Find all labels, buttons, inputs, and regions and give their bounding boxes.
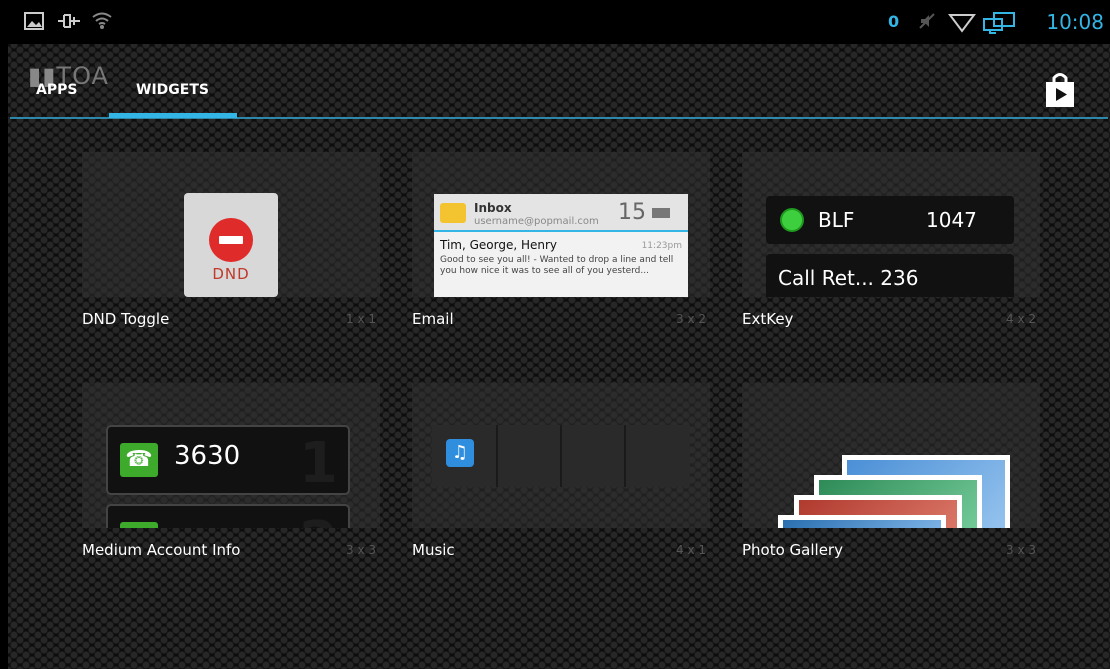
status-dot-icon bbox=[780, 208, 804, 232]
signal-icon bbox=[948, 12, 976, 38]
account-row: 1 ☎ 3630 bbox=[106, 425, 350, 496]
launcher-screen: 0 10:08 ▮▮TOA APPS WIDGETS DND DND Toggl… bbox=[8, 0, 1110, 669]
widget-size: 1 x 1 bbox=[346, 312, 376, 326]
clock: 10:08 bbox=[1046, 10, 1104, 34]
music-note-icon: ♫ bbox=[446, 439, 474, 467]
widget-name: DND Toggle bbox=[82, 310, 170, 328]
do-not-disturb-icon bbox=[209, 218, 253, 262]
email-app-icon bbox=[440, 203, 466, 223]
widget-size: 4 x 1 bbox=[676, 543, 706, 557]
widget-size: 3 x 3 bbox=[1006, 543, 1036, 557]
image-icon bbox=[24, 12, 44, 34]
usb-icon bbox=[56, 12, 82, 34]
email-widget-preview: Inbox username@popmail.com 15 Tim, Georg… bbox=[434, 194, 688, 297]
phone-icon: ☎ bbox=[120, 522, 158, 528]
email-header: Inbox username@popmail.com 15 bbox=[434, 194, 688, 232]
widget-name: ExtKey bbox=[742, 310, 794, 328]
music-widget-preview: ♫ bbox=[432, 425, 690, 487]
widget-picker-header: ▮▮TOA APPS WIDGETS bbox=[8, 44, 1110, 120]
music-slot bbox=[560, 425, 622, 487]
widget-name: Email bbox=[412, 310, 454, 328]
muted-icon bbox=[918, 12, 936, 34]
widget-preview: ♫ bbox=[412, 383, 710, 528]
widget-preview: DND bbox=[82, 152, 380, 297]
play-store-bag-icon bbox=[1046, 73, 1074, 107]
widget-preview: 1 ☎ 3630 2 ☎ bbox=[82, 383, 380, 528]
widget-preview bbox=[742, 383, 1040, 528]
music-slot bbox=[624, 425, 686, 487]
header-divider bbox=[10, 117, 1108, 119]
widget-size: 3 x 2 bbox=[676, 312, 706, 326]
extkey-row: Call Ret... 236 bbox=[766, 254, 1014, 297]
widget-name: Music bbox=[412, 541, 455, 559]
extkey-row: BLF 1047 bbox=[766, 196, 1014, 244]
music-slot bbox=[496, 425, 558, 487]
account-row: 2 ☎ bbox=[106, 504, 350, 528]
play-store-button[interactable] bbox=[1044, 72, 1076, 108]
envelope-icon bbox=[652, 208, 670, 218]
phone-icon: ☎ bbox=[120, 443, 158, 477]
widget-size: 3 x 3 bbox=[346, 543, 376, 557]
widget-preview: BLF 1047 Call Ret... 236 bbox=[742, 152, 1040, 297]
wifi-icon bbox=[92, 12, 112, 34]
network-icon bbox=[982, 12, 1016, 38]
tab-widgets[interactable]: WIDGETS bbox=[136, 82, 209, 98]
widget-name: Medium Account Info bbox=[82, 541, 241, 559]
dnd-toggle-preview: DND bbox=[184, 193, 278, 297]
tab-apps[interactable]: APPS bbox=[36, 82, 77, 98]
photo-thumbnail bbox=[778, 515, 946, 528]
notification-count: 0 bbox=[888, 12, 900, 31]
widget-preview: Inbox username@popmail.com 15 Tim, Georg… bbox=[412, 152, 710, 297]
status-bar: 0 10:08 bbox=[8, 0, 1110, 44]
widget-name: Photo Gallery bbox=[742, 541, 843, 559]
widget-size: 4 x 2 bbox=[1006, 312, 1036, 326]
